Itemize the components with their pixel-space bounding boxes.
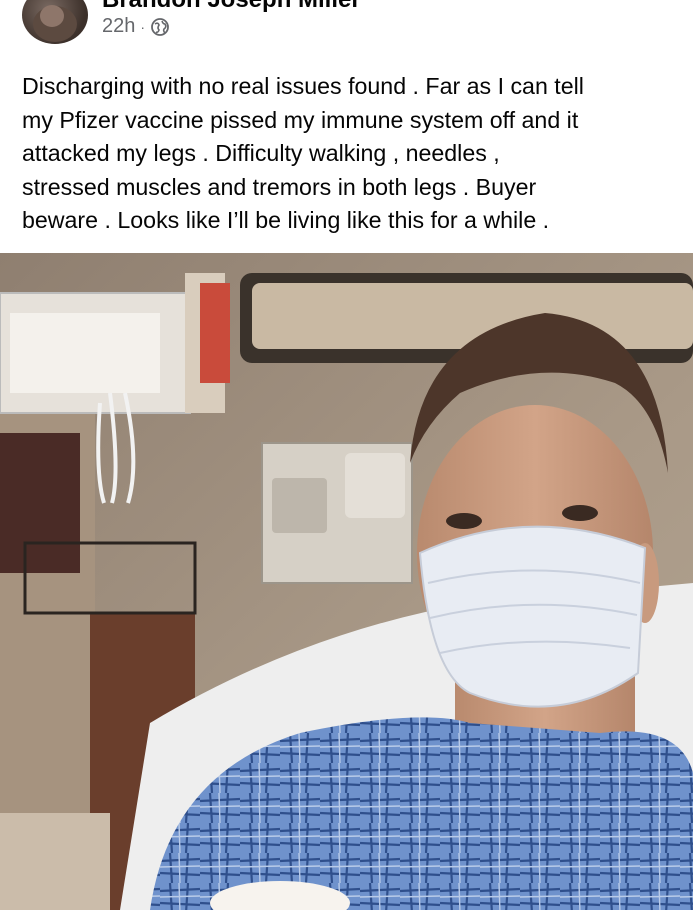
author-name[interactable]: Brandon Joseph Miller	[102, 0, 361, 12]
avatar[interactable]	[22, 0, 88, 44]
hospital-selfie-image	[0, 253, 693, 910]
post-text-line: attacked my legs . Difficulty walking , …	[22, 140, 500, 167]
post-meta: 22h ·	[102, 15, 169, 38]
globe-icon[interactable]	[151, 17, 169, 36]
post-header: Brandon Joseph Miller 22h ·	[0, 0, 693, 60]
post-text-line: beware . Looks like I’ll be living like …	[22, 207, 550, 234]
post-photo[interactable]	[0, 253, 693, 910]
post-timestamp[interactable]: 22h	[102, 15, 135, 38]
avatar-photo-icon	[33, 5, 77, 42]
post-text: Discharging with no real issues found . …	[22, 70, 682, 238]
post-text-line: Discharging with no real issues found . …	[22, 73, 584, 99]
post-text-line: my Pfizer vaccine pissed my immune syste…	[22, 106, 579, 133]
post-text-line: stressed muscles and tremors in both leg…	[22, 173, 537, 200]
meta-separator: ·	[140, 18, 146, 35]
